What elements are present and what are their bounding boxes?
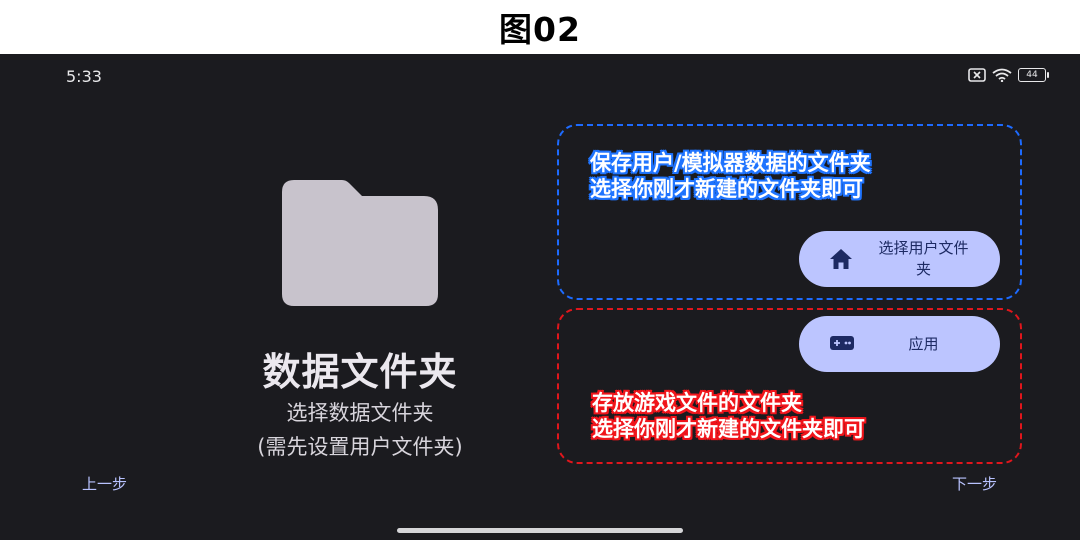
status-time: 5:33 (66, 67, 102, 86)
game-folder-annotation-text: 存放游戏文件的文件夹 选择你刚才新建的文件夹即可 (592, 391, 865, 441)
prev-step-button[interactable]: 上一步 (82, 473, 127, 494)
wifi-icon (992, 68, 1012, 82)
caption-bar: 图02 (0, 0, 1080, 54)
phone-screen: 5:33 44 数据文件夹 选择数据文件夹 (需先设置用户文件夹) 上一步 下一… (0, 54, 1080, 540)
page-hint: (需先设置用户文件夹) (257, 435, 463, 459)
status-icons: 44 (968, 68, 1049, 82)
caption-title: 图02 (499, 10, 581, 49)
next-step-button[interactable]: 下一步 (952, 473, 997, 494)
folder-icon (282, 180, 438, 306)
page-title: 数据文件夹 (262, 350, 458, 394)
user-folder-annotation-text: 保存用户/模拟器数据的文件夹 选择你刚才新建的文件夹即可 (590, 151, 871, 201)
page-subtitle: 选择数据文件夹 (286, 401, 434, 425)
home-indicator[interactable] (397, 528, 683, 533)
battery-icon: 44 (1018, 68, 1049, 82)
sim-off-icon (968, 68, 986, 82)
